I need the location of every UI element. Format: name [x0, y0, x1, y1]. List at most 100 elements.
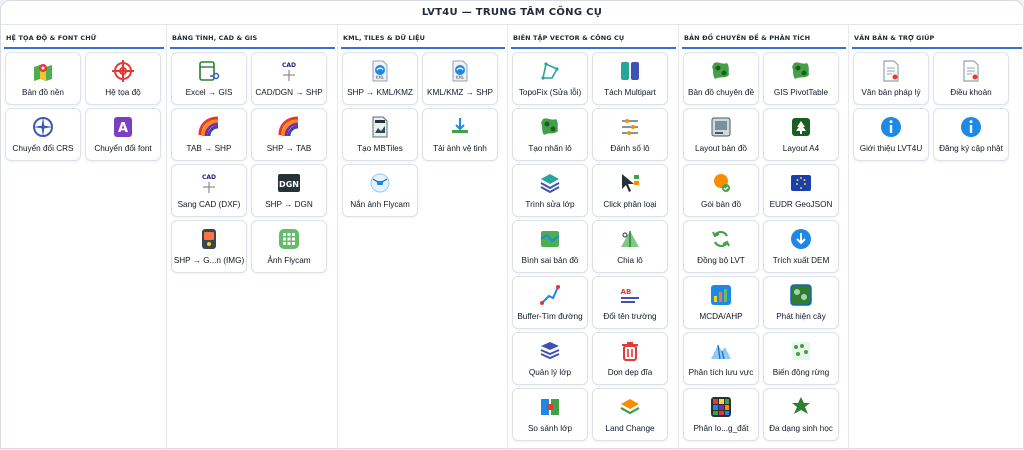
column-title: KML, TILES & DỮ LIỆU	[343, 34, 426, 42]
tool-button-phan-lo-g-dat[interactable]: Phân lo...g_đất	[683, 388, 759, 441]
split-area-icon	[618, 227, 642, 251]
tool-label: Nắn ảnh Flycam	[350, 200, 410, 209]
tool-button-da-dang-sinh-hoc[interactable]: Đa dạng sinh học	[763, 388, 839, 441]
tool-button-sang-cad-dxf[interactable]: CAD Sang CAD (DXF)	[171, 164, 247, 217]
tool-label: Điều khoản	[950, 88, 992, 97]
tool-button-dang-ky-cap-nhat[interactable]: Đăng ký cập nhật	[933, 108, 1009, 161]
drone-icon	[368, 171, 392, 195]
tool-button-land-change[interactable]: Land Change	[592, 388, 668, 441]
trash-icon	[618, 339, 642, 363]
tool-button-gioi-thieu-lvt4u[interactable]: Giới thiệu LVT4U	[853, 108, 929, 161]
tool-label: TAB → SHP	[186, 144, 232, 153]
tool-button-tab-shp[interactable]: TAB → SHP	[171, 108, 247, 161]
cad-icon: CAD	[197, 171, 221, 195]
tool-button-layout-a4[interactable]: Layout A4	[763, 108, 839, 161]
tool-button-tao-mbtiles[interactable]: Tạo MBTiles	[342, 108, 418, 161]
tool-button-bien-dong-rung[interactable]: Biến động rừng	[763, 332, 839, 385]
tool-button-ban-do-nen[interactable]: Bản đồ nền	[5, 52, 81, 105]
column-kml-tiles-du-lieu: KML, TILES & DỮ LIỆU KML SHP → KML/KMZ KML K…	[338, 25, 508, 450]
tool-button-eudr-geojson[interactable]: EUDR GeoJSON	[763, 164, 839, 217]
tool-button-layout-ban-do[interactable]: Layout bản đồ	[683, 108, 759, 161]
tool-button-chuyen-doi-font[interactable]: A Chuyển đổi font	[85, 108, 161, 161]
tool-button-danh-so-lo[interactable]: Đánh số lô	[592, 108, 668, 161]
color-grid-icon	[709, 395, 733, 419]
tool-button-van-ban-phap-ly[interactable]: Văn bản pháp lý	[853, 52, 929, 105]
polygon-icon	[538, 59, 562, 83]
tool-button-dieu-khoan[interactable]: Điều khoản	[933, 52, 1009, 105]
column-he-toa-do-font-chu: HỆ TỌA ĐỘ & FONT CHỮ Bản đồ nền Hệ tọa độ C…	[1, 25, 167, 450]
tool-button-chuyen-doi-crs[interactable]: Chuyển đổi CRS	[5, 108, 81, 161]
tool-button-so-sanh-lop[interactable]: So sánh lớp	[512, 388, 588, 441]
tool-button-trinh-sua-lop[interactable]: Trình sửa lớp	[512, 164, 588, 217]
tool-button-mcda-ahp[interactable]: MCDA/AHP	[683, 276, 759, 329]
tool-button-click-phan-loai[interactable]: Click phân loại	[592, 164, 668, 217]
tool-button-chia-lo[interactable]: Chia lô	[592, 220, 668, 273]
column-title: BẢN ĐỒ CHUYÊN ĐỀ & PHÂN TÍCH	[684, 34, 811, 42]
chart-icon	[709, 283, 733, 307]
tool-label: Tạo nhãn lô	[528, 144, 572, 153]
tool-label: TopoFix (Sửa lỗi)	[518, 88, 582, 97]
svg-text:KML: KML	[376, 75, 385, 80]
tool-button-excel-gis[interactable]: Excel → GIS	[171, 52, 247, 105]
tool-button-phan-tich-luu-vuc[interactable]: Phân tích lưu vực	[683, 332, 759, 385]
tool-label: Gói bản đồ	[700, 200, 742, 209]
tool-label: Biến động rừng	[772, 368, 830, 377]
tool-button-quan-ly-lop[interactable]: Quản lý lớp	[512, 332, 588, 385]
tool-label: Bình sai bản đồ	[521, 256, 579, 265]
stack-icon	[538, 339, 562, 363]
tool-label: Phân tích lưu vực	[688, 368, 754, 377]
tool-label: Ảnh Flycam	[267, 256, 311, 265]
tool-button-cad-dgn-shp[interactable]: CAD CAD/DGN → SHP	[251, 52, 327, 105]
tool-label: Layout A4	[782, 144, 820, 153]
tool-label: Trích xuất DEM	[772, 256, 830, 265]
compass-icon	[31, 115, 55, 139]
tool-button-binh-sai-ban-do[interactable]: Bình sai bản đồ	[512, 220, 588, 273]
tool-button-nan-anh-flycam[interactable]: Nắn ảnh Flycam	[342, 164, 418, 217]
tool-label: MCDA/AHP	[699, 312, 743, 321]
tool-button-doi-ten-truong[interactable]: AB Đổi tên trường	[592, 276, 668, 329]
mbtiles-icon	[368, 115, 392, 139]
tool-label: EUDR GeoJSON	[769, 200, 833, 209]
tool-button-goi-ban-do[interactable]: Gói bản đồ	[683, 164, 759, 217]
tool-button-gis-pivottable[interactable]: GIS PivotTable	[763, 52, 839, 105]
tool-button-ban-do-chuyen-de[interactable]: Bản đồ chuyên đề	[683, 52, 759, 105]
tool-button-trich-xuat-dem[interactable]: Trích xuất DEM	[763, 220, 839, 273]
tool-button-he-toa-do[interactable]: Hệ tọa độ	[85, 52, 161, 105]
tool-button-dong-bo-lvt[interactable]: Đồng bộ LVT	[683, 220, 759, 273]
tool-button-anh-flycam[interactable]: Ảnh Flycam	[251, 220, 327, 273]
tool-button-shp-tab[interactable]: SHP → TAB	[251, 108, 327, 161]
tool-label: CAD/DGN → SHP	[255, 88, 323, 97]
tool-label: Hệ tọa độ	[105, 88, 141, 97]
tool-label: Phát hiện cây	[776, 312, 826, 321]
document-icon	[879, 59, 903, 83]
tool-button-phat-hien-cay[interactable]: Phát hiện cây	[763, 276, 839, 329]
tool-button-kml-kmz-shp[interactable]: KML KML/KMZ → SHP	[422, 52, 498, 105]
tool-button-tach-multipart[interactable]: Tách Multipart	[592, 52, 668, 105]
tool-label: Đa dạng sinh học	[769, 424, 833, 433]
tool-label: SHP → G...n (IMG)	[173, 256, 245, 265]
tool-button-tao-nhan-lo[interactable]: Tạo nhãn lô	[512, 108, 588, 161]
tool-label: Excel → GIS	[185, 88, 233, 97]
sync-icon	[709, 227, 733, 251]
tool-button-topofix-sua-loi[interactable]: TopoFix (Sửa lỗi)	[512, 52, 588, 105]
column-title: VĂN BẢN & TRỢ GIÚP	[854, 34, 935, 42]
column-divider	[4, 47, 164, 49]
info-icon	[879, 115, 903, 139]
tool-label: SHP → DGN	[265, 200, 313, 209]
tool-button-shp-dgn[interactable]: DGN SHP → DGN	[251, 164, 327, 217]
tool-button-tai-anh-ve-tinh[interactable]: Tải ảnh vệ tinh	[422, 108, 498, 161]
map-pin-icon	[31, 59, 55, 83]
tool-button-don-dep-dia[interactable]: Dọn dẹp đĩa	[592, 332, 668, 385]
map-green-icon	[538, 115, 562, 139]
svg-text:KML: KML	[456, 75, 465, 80]
tool-button-buffer-tim-duong[interactable]: Buffer-Tìm đường	[512, 276, 588, 329]
tool-button-shp-g-n-img[interactable]: SHP → G...n (IMG)	[171, 220, 247, 273]
package-icon	[709, 171, 733, 195]
tool-label: So sánh lớp	[527, 424, 573, 433]
cursor-icon	[618, 171, 642, 195]
column-divider	[341, 47, 505, 49]
column-title: BẢNG TÍNH, CAD & GIS	[172, 34, 258, 42]
download-circle-icon	[789, 227, 813, 251]
tool-button-shp-kml-kmz[interactable]: KML SHP → KML/KMZ	[342, 52, 418, 105]
tree-detect-icon	[789, 283, 813, 307]
